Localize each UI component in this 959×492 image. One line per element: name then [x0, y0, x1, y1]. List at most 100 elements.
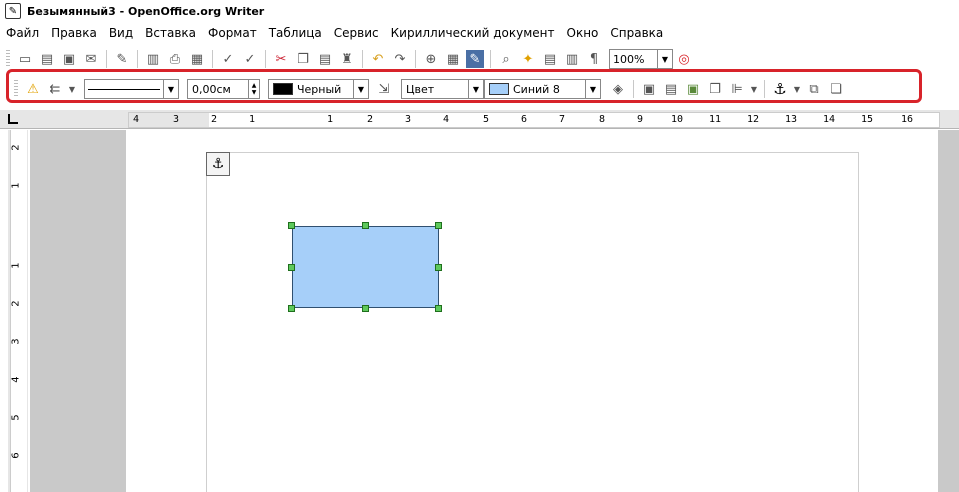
toolbar-separator — [764, 80, 765, 98]
line-style-preview — [88, 88, 160, 90]
toolbar-separator — [137, 50, 138, 68]
anchor-icon[interactable]: ⚓ — [771, 80, 789, 98]
menu-file[interactable]: Файл — [0, 26, 45, 40]
data-sources-icon[interactable]: ▥ — [563, 50, 581, 68]
menu-cyrillic-document[interactable]: Кириллический документ — [385, 26, 561, 40]
save-icon[interactable]: ▣ — [60, 50, 78, 68]
spin-down-icon[interactable]: ▼ — [252, 89, 257, 96]
line-width-field[interactable]: 0,00см — [187, 79, 249, 99]
copy-icon[interactable]: ❐ — [294, 50, 312, 68]
area-style-fill-icon[interactable]: ⇲ — [375, 80, 393, 98]
show-draw-functions-icon[interactable]: ✎ — [466, 50, 484, 68]
resize-handle-top-right[interactable] — [435, 222, 442, 229]
toolbar-grip[interactable] — [14, 80, 18, 98]
help-icon[interactable]: ◎ — [675, 50, 693, 68]
resize-handle-middle-left[interactable] — [288, 264, 295, 271]
wrap-page-icon[interactable]: ▤ — [662, 80, 680, 98]
navigator-icon[interactable]: ✦ — [519, 50, 537, 68]
area-color-label: Синий 8 — [513, 82, 560, 96]
table-icon[interactable]: ▦ — [444, 50, 462, 68]
window-title: Безымянный3 - OpenOffice.org Writer — [27, 4, 265, 18]
ruler-tick: 8 — [599, 114, 606, 125]
menu-table[interactable]: Таблица — [263, 26, 328, 40]
spin-up-icon[interactable]: ▲ — [252, 82, 257, 89]
menu-tools[interactable]: Сервис — [328, 26, 385, 40]
menu-view[interactable]: Вид — [103, 26, 139, 40]
resize-handle-bottom-left[interactable] — [288, 305, 295, 312]
find-replace-icon[interactable]: ⌕ — [497, 50, 515, 68]
area-style-box[interactable]: Цвет — [401, 79, 469, 99]
vertical-ruler[interactable]: 2 1 1 2 3 4 5 6 — [8, 130, 28, 492]
new-document-icon[interactable]: ▭ — [16, 50, 34, 68]
menu-format[interactable]: Формат — [202, 26, 263, 40]
cut-icon[interactable]: ✂ — [272, 50, 290, 68]
resize-handle-top-left[interactable] — [288, 222, 295, 229]
resize-handle-middle-right[interactable] — [435, 264, 442, 271]
menu-window[interactable]: Окно — [561, 26, 605, 40]
paste-icon[interactable]: ▤ — [316, 50, 334, 68]
ruler-tick: 6 — [10, 452, 22, 459]
page-preview-icon[interactable]: ▦ — [188, 50, 206, 68]
wrap-through-icon[interactable]: ▣ — [684, 80, 702, 98]
spellcheck-icon[interactable]: ✓ — [219, 50, 237, 68]
menu-edit[interactable]: Правка — [45, 26, 103, 40]
rectangle-shape[interactable] — [292, 226, 439, 308]
ruler-tick: 2 — [10, 144, 22, 151]
area-style-dropdown-icon[interactable]: ▼ — [469, 79, 484, 99]
nonprinting-characters-icon[interactable]: ¶ — [585, 50, 603, 68]
format-paintbrush-icon[interactable]: ♜ — [338, 50, 356, 68]
anchor-marker-icon[interactable]: ⚓ — [206, 152, 230, 176]
menu-help[interactable]: Справка — [604, 26, 669, 40]
toolbar-separator — [265, 50, 266, 68]
group-icon[interactable]: ⧉ — [805, 80, 823, 98]
email-icon[interactable]: ✉ — [82, 50, 100, 68]
line-icon[interactable]: ⚠ — [24, 80, 42, 98]
toolbar-grip[interactable] — [6, 50, 10, 68]
shadow-icon[interactable]: ◈ — [609, 80, 627, 98]
undo-icon[interactable]: ↶ — [369, 50, 387, 68]
tab-stop-type-icon[interactable] — [8, 114, 18, 124]
alignment-icon[interactable]: ⊫ — [728, 80, 746, 98]
line-color-dropdown-icon[interactable]: ▼ — [354, 79, 369, 99]
zoom-field[interactable]: 100% — [609, 49, 658, 69]
resize-handle-bottom-middle[interactable] — [362, 305, 369, 312]
export-pdf-icon[interactable]: ▥ — [144, 50, 162, 68]
autospellcheck-icon[interactable]: ✓ — [241, 50, 259, 68]
alignment-dropdown-icon[interactable]: ▼ — [750, 80, 758, 98]
arrow-style-dropdown-icon[interactable]: ▼ — [68, 80, 76, 98]
line-width-spinner[interactable]: ▲ ▼ — [249, 79, 260, 99]
redo-icon[interactable]: ↷ — [391, 50, 409, 68]
area-color-box[interactable]: Синий 8 — [484, 79, 586, 99]
menu-insert[interactable]: Вставка — [139, 26, 202, 40]
line-style-dropdown-icon[interactable]: ▼ — [164, 79, 179, 99]
line-style-box[interactable] — [84, 79, 164, 99]
hyperlink-icon[interactable]: ⊕ — [422, 50, 440, 68]
bring-to-front-icon[interactable]: ❐ — [706, 80, 724, 98]
ruler-tick: 5 — [483, 114, 490, 125]
line-color-box[interactable]: Черный — [268, 79, 354, 99]
drawing-object-properties-toolbar: ⚠ ⇇ ▼ ▼ 0,00см ▲ ▼ Черный ▼ ⇲ Цвет ▼ Сини… — [0, 74, 925, 104]
ruler-tick: 14 — [823, 114, 836, 125]
ruler-tick: 1 — [10, 182, 22, 189]
anchor-dropdown-icon[interactable]: ▼ — [793, 80, 801, 98]
horizontal-ruler[interactable]: 4 3 2 1 1 2 3 4 5 6 7 8 9 10 11 12 13 14… — [0, 110, 959, 129]
menu-bar: Файл Правка Вид Вставка Формат Таблица С… — [0, 22, 959, 44]
resize-handle-bottom-right[interactable] — [435, 305, 442, 312]
ruler-tick: 1 — [10, 262, 22, 269]
ruler-tick: 2 — [10, 300, 22, 307]
resize-handle-top-middle[interactable] — [362, 222, 369, 229]
open-icon[interactable]: ▤ — [38, 50, 56, 68]
print-icon[interactable]: ⎙ — [166, 50, 184, 68]
wrap-off-icon[interactable]: ▣ — [640, 80, 658, 98]
area-color-dropdown-icon[interactable]: ▼ — [586, 79, 601, 99]
gallery-icon[interactable]: ▤ — [541, 50, 559, 68]
ruler-tick: 6 — [521, 114, 528, 125]
ungroup-icon[interactable]: ❏ — [827, 80, 845, 98]
arrow-style-icon[interactable]: ⇇ — [46, 80, 64, 98]
ruler-tick: 9 — [637, 114, 644, 125]
zoom-dropdown-icon[interactable]: ▼ — [658, 49, 673, 69]
edit-file-icon[interactable]: ✎ — [113, 50, 131, 68]
toolbar-separator — [362, 50, 363, 68]
vertical-ruler-scale: 2 1 1 2 3 4 5 6 — [10, 130, 27, 492]
ruler-tick: 2 — [211, 114, 218, 125]
